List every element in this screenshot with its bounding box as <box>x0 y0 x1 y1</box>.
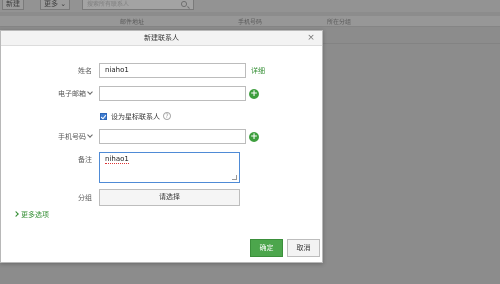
notes-label: 备注 <box>78 156 92 164</box>
more-options-label: 更多选项 <box>21 211 49 219</box>
notes-textarea[interactable]: nihao1 <box>99 152 240 183</box>
search-placeholder: 搜索所有联系人 <box>87 1 130 8</box>
new-button[interactable]: 新建 <box>2 0 24 10</box>
close-icon[interactable]: × <box>306 33 316 43</box>
ok-button[interactable]: 确定 <box>250 239 283 257</box>
phone-label: 手机号码 <box>58 133 86 141</box>
add-email-icon[interactable]: + <box>249 89 259 99</box>
chevron-down-icon <box>87 89 93 95</box>
select-group-button[interactable]: 请选择 <box>99 189 240 206</box>
more-button-label: 更多 <box>44 0 58 8</box>
name-field[interactable]: niaho1 <box>99 63 246 78</box>
dialog-title: 新建联系人 <box>1 31 322 46</box>
chevron-down-icon <box>87 132 93 138</box>
email-label: 电子邮箱 <box>58 90 86 98</box>
group-label: 分组 <box>78 194 92 202</box>
resize-handle-icon[interactable] <box>232 175 237 180</box>
star-contact-label: 设为星标联系人 <box>111 113 160 121</box>
add-phone-icon[interactable]: + <box>249 132 259 142</box>
search-input[interactable]: 搜索所有联系人 <box>82 0 194 10</box>
new-contact-dialog: 新建联系人 × 姓名 niaho1 详细 电子邮箱 + 设为星标联系人 ? 手机… <box>0 30 323 263</box>
detail-link[interactable]: 详细 <box>251 66 265 76</box>
cancel-button[interactable]: 取消 <box>287 239 320 257</box>
phone-field[interactable] <box>99 129 246 144</box>
notes-text: nihao1 <box>105 155 129 164</box>
star-contact-checkbox[interactable] <box>100 113 107 120</box>
help-icon[interactable]: ? <box>163 112 171 120</box>
background-toolbar <box>0 0 500 12</box>
chevron-right-icon <box>13 211 19 217</box>
chevron-down-icon: ⌄ <box>60 0 67 8</box>
email-type-selector[interactable]: 电子邮箱 <box>58 89 93 99</box>
column-email: 邮件地址 <box>120 19 145 26</box>
search-icon[interactable] <box>181 1 187 7</box>
column-phone: 手机号码 <box>238 19 263 26</box>
column-group: 所在分组 <box>327 19 352 26</box>
email-field[interactable] <box>99 86 246 101</box>
more-button[interactable]: 更多 ⌄ <box>40 0 71 10</box>
phone-type-selector[interactable]: 手机号码 <box>58 132 93 142</box>
more-options-link[interactable]: 更多选项 <box>13 210 49 220</box>
name-label: 姓名 <box>78 67 92 75</box>
